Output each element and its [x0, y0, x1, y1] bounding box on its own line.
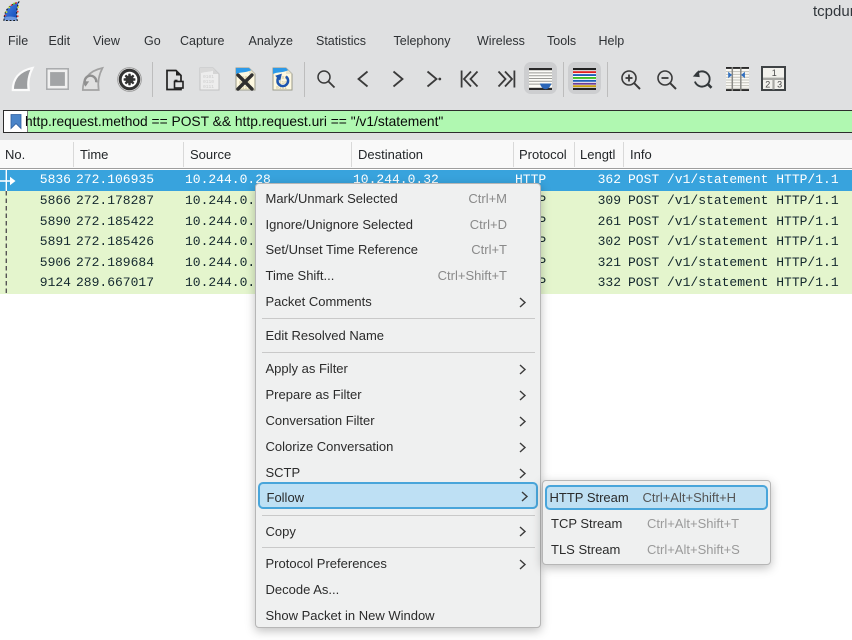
- svg-text:3: 3: [777, 80, 782, 90]
- svg-text:1: 1: [772, 68, 777, 78]
- svg-text:0111: 0111: [203, 84, 214, 90]
- svg-text:2: 2: [765, 80, 770, 90]
